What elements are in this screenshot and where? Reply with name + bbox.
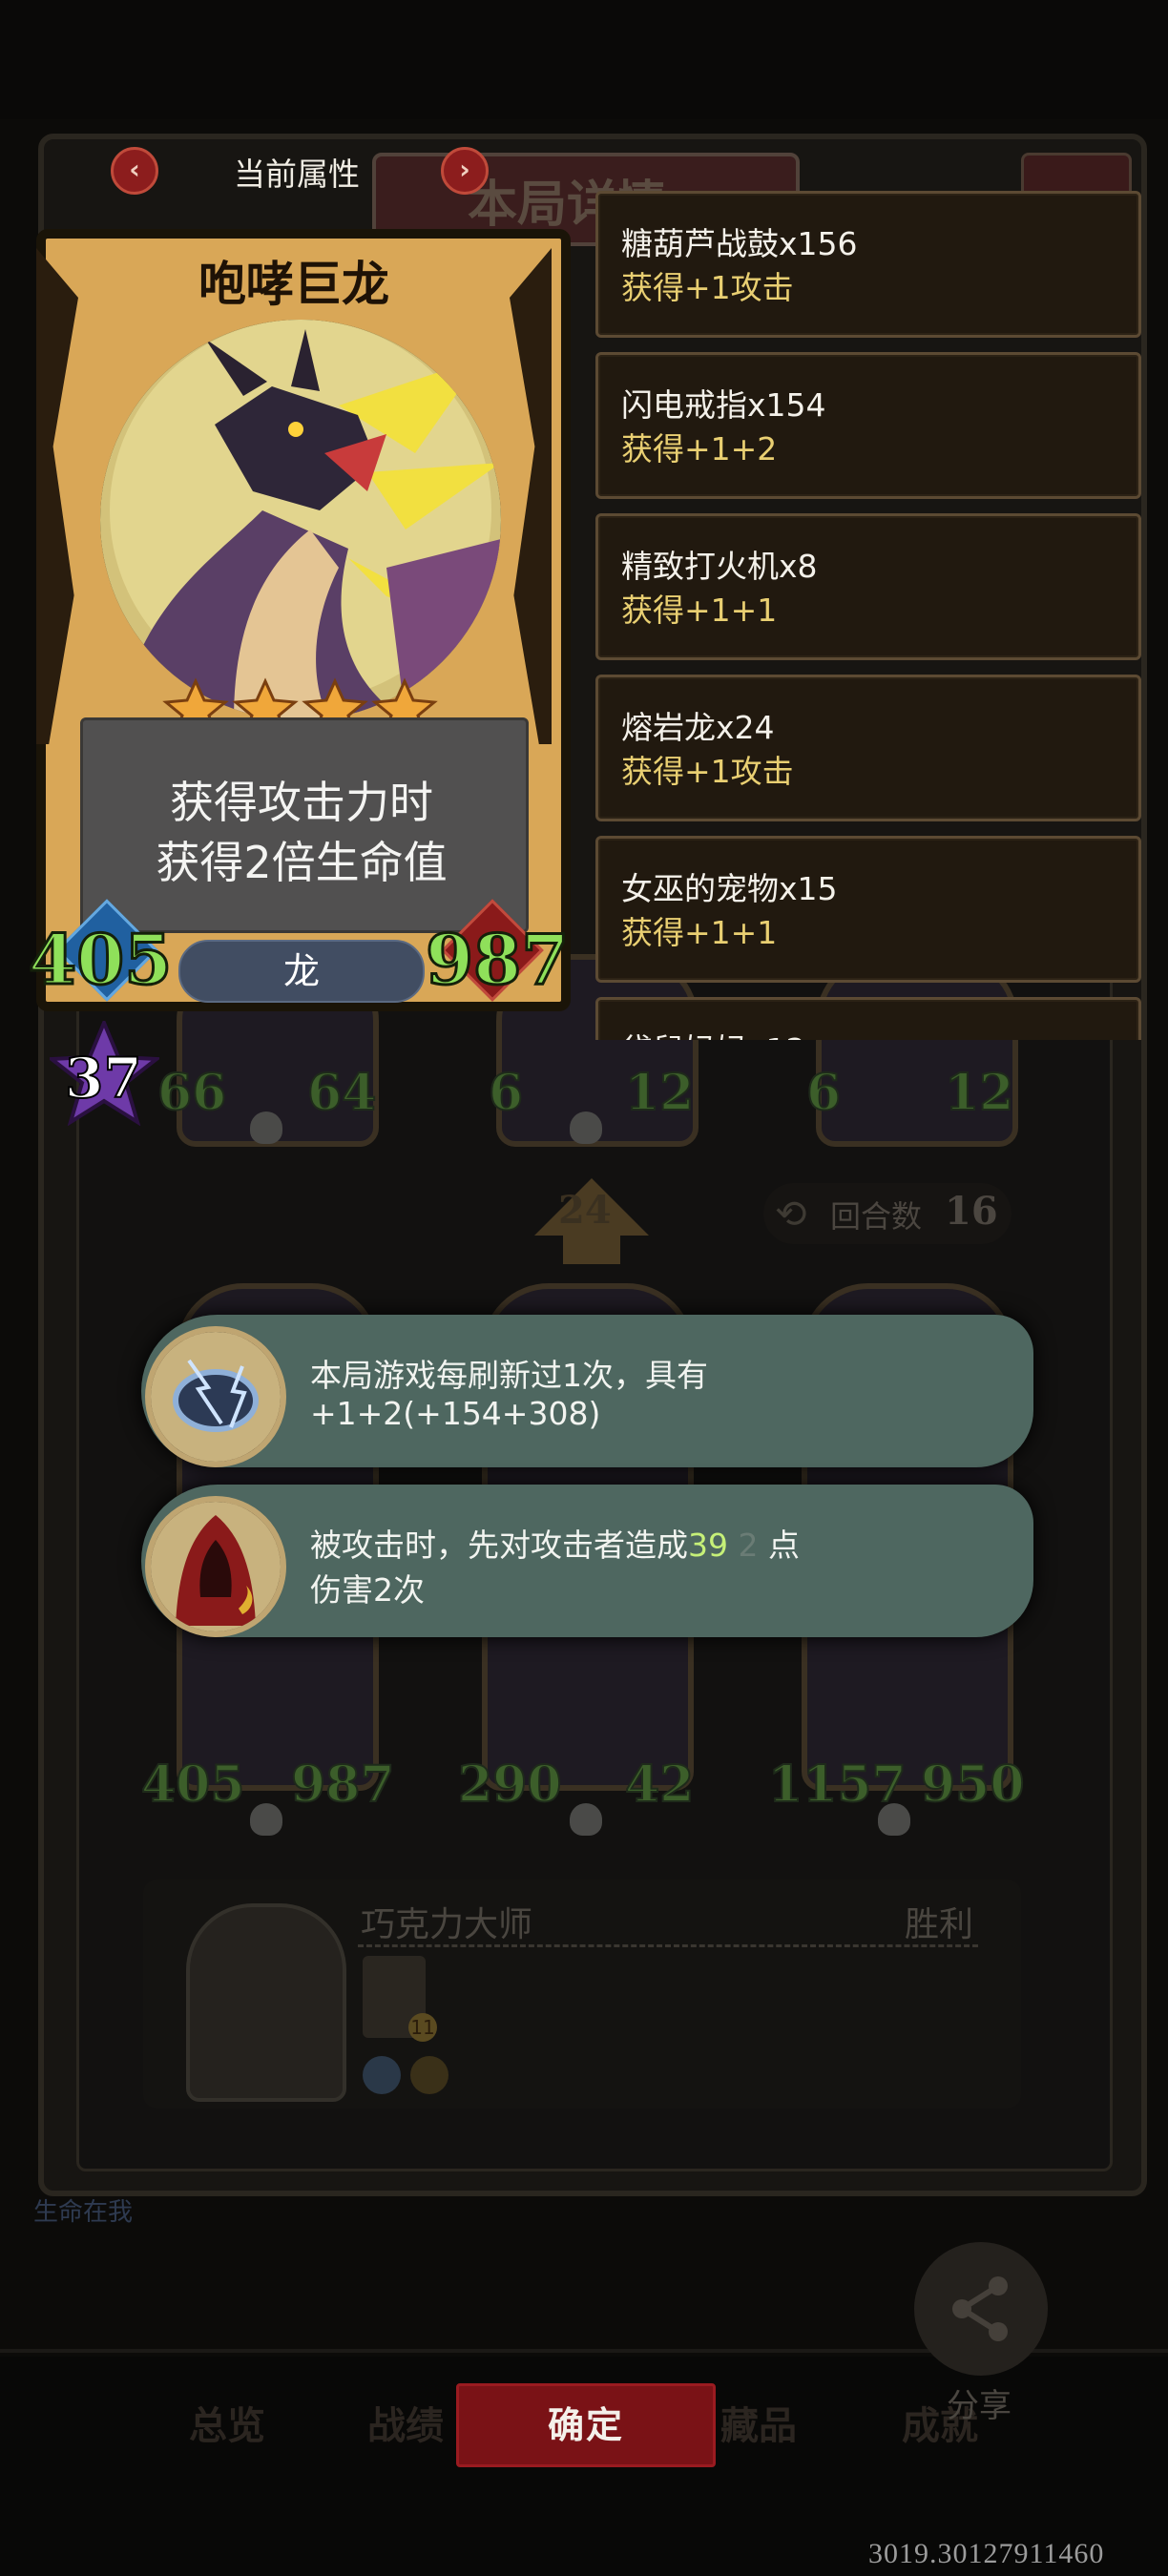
board-card-attack: 405	[140, 1755, 246, 1815]
item-name: 糖葫芦战鼓x156	[621, 225, 858, 262]
skull-icon	[570, 1803, 602, 1836]
skull-icon	[250, 1803, 282, 1836]
unit-tribe: 龙	[178, 940, 425, 1003]
share-icon	[952, 2276, 1008, 2341]
sword-icon	[363, 2056, 401, 2094]
unit-health: 987	[424, 918, 570, 1002]
tooltip-text: 被攻击时，先对攻击者造成39 2 点	[310, 1527, 800, 1564]
list-item: 女巫的宠物x15 获得+1+1	[595, 836, 1141, 983]
board-card-health: 12	[944, 1063, 1014, 1123]
header-title: 当前属性	[234, 156, 360, 193]
item-name: 袋鼠妈妈x12	[621, 1025, 806, 1040]
item-name: 精致打火机x8	[621, 548, 818, 585]
ability-description-line: 获得2倍生命值	[156, 837, 448, 888]
tab-overview[interactable]: 总览	[189, 2395, 265, 2450]
version-text: 3019.30127911460	[868, 2538, 1105, 2569]
opponent-portrait	[186, 1903, 346, 2102]
round-label: 回合数	[830, 1198, 923, 1235]
tooltip-text: 伤害2次	[310, 1571, 425, 1609]
item-name: 女巫的宠物x15	[621, 870, 838, 907]
opponent-result: 胜利	[905, 1905, 974, 1944]
lightning-ring-icon	[145, 1326, 286, 1467]
tooltip-text: 本局游戏每刷新过1次，具有	[310, 1357, 708, 1394]
item-effect: 获得+1攻击	[621, 753, 794, 790]
item-source-list[interactable]: 糖葫芦战鼓x156 获得+1攻击 闪电戒指x154 获得+1+2 精致打火机x8…	[592, 181, 1145, 1040]
dragon-portrait	[100, 320, 501, 720]
chevron-left-icon[interactable]: ‹	[111, 147, 158, 195]
skull-icon	[878, 1803, 910, 1836]
item-effect: 获得+1+2	[621, 430, 778, 467]
item-effect: 获得+1+1	[621, 914, 778, 951]
item-name: 熔岩龙x24	[621, 709, 775, 746]
board-card-health: 950	[920, 1755, 1026, 1815]
damage-value: 39	[688, 1527, 728, 1564]
confirm-button[interactable]: 确定	[456, 2383, 716, 2467]
tab-record[interactable]: 战绩	[367, 2395, 444, 2450]
list-item: 袋鼠妈妈x12	[595, 997, 1141, 1040]
board-card-health: 987	[290, 1755, 396, 1815]
tab-collection[interactable]: 藏品	[720, 2395, 797, 2450]
board-card-attack: 6	[488, 1063, 524, 1123]
top-shadow	[0, 0, 1168, 119]
chevron-right-icon[interactable]: ›	[441, 147, 489, 195]
unit-level: 37	[64, 1045, 143, 1111]
board-card-health: 12	[624, 1063, 695, 1123]
tooltip-text: +1+2(+154+308)	[310, 1395, 601, 1432]
board-card-health: 64	[306, 1063, 377, 1123]
board-card-attack: 6	[805, 1063, 842, 1123]
board-card-attack: 66	[156, 1063, 227, 1123]
trinket-icon	[410, 2056, 448, 2094]
skull-icon	[250, 1111, 282, 1144]
opponent-mini-level: 11	[408, 2013, 437, 2042]
board-card-health: 42	[624, 1755, 695, 1815]
round-value: 16	[945, 1189, 998, 1234]
ability-description-line: 获得攻击力时	[170, 777, 433, 828]
opponent-name: 巧克力大师	[361, 1905, 533, 1944]
skull-icon	[570, 1111, 602, 1144]
damage-bonus: 2	[738, 1527, 759, 1564]
item-name: 闪电戒指x154	[621, 386, 826, 424]
list-item: 熔岩龙x24 获得+1攻击	[595, 675, 1141, 821]
witch-hood-icon	[145, 1496, 286, 1637]
refresh-icon: ⟲	[775, 1193, 807, 1236]
divider	[358, 1944, 978, 1947]
item-effect: 获得+1攻击	[621, 269, 794, 306]
board-card-attack: 290	[457, 1755, 563, 1815]
level-up-value: 24	[558, 1188, 612, 1233]
list-item: 精致打火机x8 获得+1+1	[595, 513, 1141, 660]
share-label: 分享	[947, 2387, 1012, 2425]
unit-name: 咆哮巨龙	[198, 257, 389, 312]
list-item: 糖葫芦战鼓x156 获得+1攻击	[595, 191, 1141, 338]
item-effect: 获得+1+1	[621, 592, 778, 629]
unit-attack: 405	[27, 918, 173, 1002]
faded-status-text: 生命在我	[33, 2198, 134, 2227]
list-item: 闪电戒指x154 获得+1+2	[595, 352, 1141, 499]
